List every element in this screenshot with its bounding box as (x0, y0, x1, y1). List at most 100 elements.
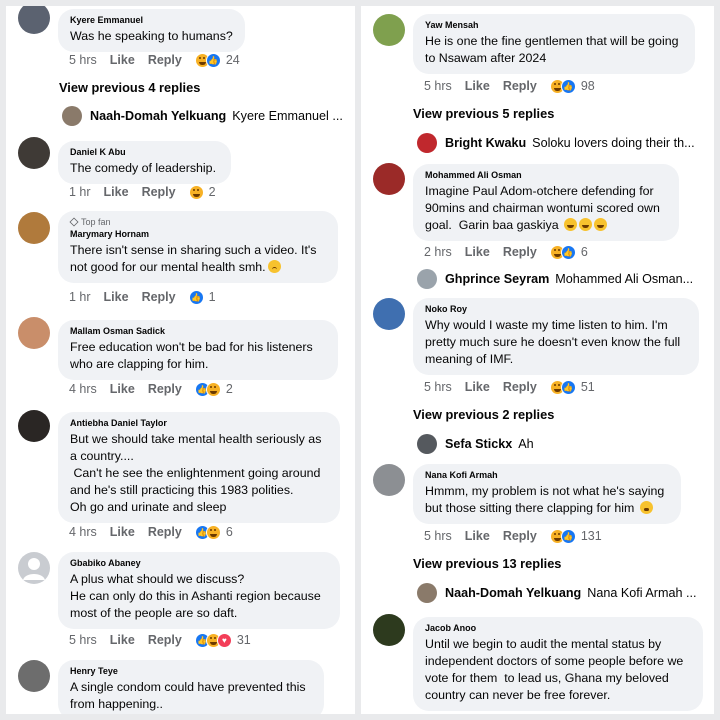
avatar[interactable] (18, 552, 50, 584)
comment-actions: 5 hrs Like Reply 👍 131 (424, 527, 602, 545)
like-button[interactable]: Like (465, 79, 490, 93)
comment-text: Why would I waste my time listen to him.… (425, 318, 684, 366)
reaction-summary[interactable]: 👍 24 (194, 52, 240, 68)
avatar[interactable] (373, 163, 405, 195)
rofl-emoji-icon (594, 218, 608, 231)
comment-text-content: Imagine Paul Adom-otchere defending for … (425, 184, 664, 232)
avatar[interactable] (373, 464, 405, 496)
view-previous-replies-link[interactable]: View previous 5 replies (413, 106, 554, 121)
comment-author[interactable]: Nana Kofi Armah (425, 470, 669, 481)
reply-button[interactable]: Reply (148, 53, 182, 67)
avatar[interactable] (18, 6, 50, 34)
like-button[interactable]: Like (110, 633, 135, 647)
comment-time[interactable]: 4 hrs (69, 525, 97, 539)
reply-button[interactable]: Reply (142, 185, 176, 199)
comment-author[interactable]: Noko Roy (425, 304, 687, 315)
reply-preview[interactable]: Ghprince Seyram Mohammed Ali Osman... (417, 268, 707, 290)
comment-text: A single condom could have prevented thi… (70, 680, 310, 711)
avatar[interactable] (18, 317, 50, 349)
reply-snippet: Soloku lovers doing their th... (532, 136, 695, 150)
comment-author[interactable]: Kyere Emmanuel (70, 15, 233, 26)
comment-text: He is one the fine gentlemen that will b… (425, 34, 682, 65)
reply-button[interactable]: Reply (503, 380, 537, 394)
like-button[interactable]: Like (110, 382, 135, 396)
comment-text: There isn't sense in sharing such a vide… (70, 242, 326, 276)
comment-text: Until we begin to audit the mental statu… (425, 637, 687, 702)
comment-author[interactable]: Gbabiko Abaney (70, 558, 328, 569)
reaction-summary[interactable]: 2 (188, 184, 216, 200)
reaction-summary[interactable]: 👍 98 (549, 78, 595, 94)
avatar[interactable] (18, 410, 50, 442)
reaction-summary[interactable]: 👍 51 (549, 379, 595, 395)
comment-actions: 5 hrs Like Reply 👍 24 (69, 51, 240, 69)
avatar[interactable] (373, 298, 405, 330)
comment-time[interactable]: 1 hr (69, 290, 91, 304)
like-button[interactable]: Like (104, 185, 129, 199)
comment-actions: 4 hrs Like Reply 👍 6 (69, 523, 233, 541)
comment-time[interactable]: 1 hr (69, 185, 91, 199)
reply-button[interactable]: Reply (148, 382, 182, 396)
reply-button[interactable]: Reply (503, 529, 537, 543)
comment-time[interactable]: 5 hrs (424, 79, 452, 93)
reaction-count: 51 (580, 380, 595, 394)
reply-preview[interactable]: Sefa Stickx Ah (417, 433, 707, 455)
comment-time[interactable]: 4 hrs (69, 382, 97, 396)
reaction-summary[interactable]: 👍 131 (549, 528, 602, 544)
top-fan-badge: Top fan (69, 217, 326, 228)
like-button[interactable]: Like (465, 380, 490, 394)
reply-button[interactable]: Reply (142, 290, 176, 304)
avatar[interactable] (18, 212, 50, 244)
like-button[interactable]: Like (110, 525, 135, 539)
sad-face-emoji-icon (267, 260, 281, 273)
comment-actions: 1 hr Like Reply 2 (69, 183, 216, 201)
reply-button[interactable]: Reply (503, 245, 537, 259)
avatar[interactable] (18, 137, 50, 169)
avatar[interactable] (373, 14, 405, 46)
reaction-count: 24 (225, 53, 240, 67)
comment-time[interactable]: 5 hrs (69, 53, 97, 67)
avatar[interactable] (373, 614, 405, 646)
comment-time[interactable]: 5 hrs (424, 380, 452, 394)
comment-author[interactable]: Mohammed Ali Osman (425, 170, 667, 181)
view-previous-replies-link[interactable]: View previous 2 replies (413, 407, 554, 422)
reaction-summary[interactable]: 👍 1 (188, 289, 216, 305)
view-previous-replies-link[interactable]: View previous 13 replies (413, 556, 561, 571)
comment-author[interactable]: Jacob Anoo (425, 623, 691, 634)
like-reaction-icon: 👍 (188, 289, 204, 305)
comment-bubble: Daniel K Abu The comedy of leadership. (58, 141, 231, 184)
reply-preview[interactable]: Naah-Domah Yelkuang Kyere Emmanuel ... (62, 105, 352, 127)
comment-author[interactable]: Yaw Mensah (425, 20, 683, 31)
comment-time[interactable]: 2 hrs (424, 245, 452, 259)
reaction-summary[interactable]: 👍 2 (194, 381, 233, 397)
reply-preview[interactable]: Naah-Domah Yelkuang Nana Kofi Armah ... (417, 582, 707, 604)
reply-button[interactable]: Reply (148, 633, 182, 647)
reply-button[interactable]: Reply (148, 525, 182, 539)
comment-time[interactable]: 5 hrs (424, 529, 452, 543)
like-button[interactable]: Like (110, 53, 135, 67)
comment-bubble: Mohammed Ali Osman Imagine Paul Adom-otc… (413, 164, 679, 241)
avatar[interactable] (18, 660, 50, 692)
like-reaction-icon: 👍 (560, 379, 576, 395)
default-user-icon (23, 558, 45, 580)
comment-author[interactable]: Henry Teye (70, 666, 312, 677)
comment-author[interactable]: Marymary Hornam (70, 229, 326, 240)
reaction-summary[interactable]: 👍 6 (194, 524, 233, 540)
reaction-summary[interactable]: 👍 6 (549, 244, 588, 260)
reply-author: Naah-Domah Yelkuang (445, 586, 582, 600)
reply-button[interactable]: Reply (503, 79, 537, 93)
comment-author[interactable]: Antiebha Daniel Taylor (70, 418, 328, 429)
view-previous-replies-link[interactable]: View previous 4 replies (59, 80, 200, 95)
tired-face-emoji-icon (639, 501, 653, 514)
comment-text: But we should take mental health serious… (70, 432, 322, 514)
comment-author[interactable]: Daniel K Abu (70, 147, 219, 158)
like-button[interactable]: Like (104, 290, 129, 304)
reaction-summary[interactable]: 👍 ♥ 31 (194, 632, 251, 648)
like-button[interactable]: Like (465, 245, 490, 259)
rofl-emoji-icon (579, 218, 593, 231)
like-button[interactable]: Like (465, 529, 490, 543)
comment-text: Was he speaking to humans? (70, 29, 233, 43)
comment-time[interactable]: 5 hrs (69, 633, 97, 647)
comment-text: Imagine Paul Adom-otchere defending for … (425, 183, 667, 234)
comment-author[interactable]: Mallam Osman Sadick (70, 326, 326, 337)
reply-preview[interactable]: Bright Kwaku Soloku lovers doing their t… (417, 132, 707, 154)
